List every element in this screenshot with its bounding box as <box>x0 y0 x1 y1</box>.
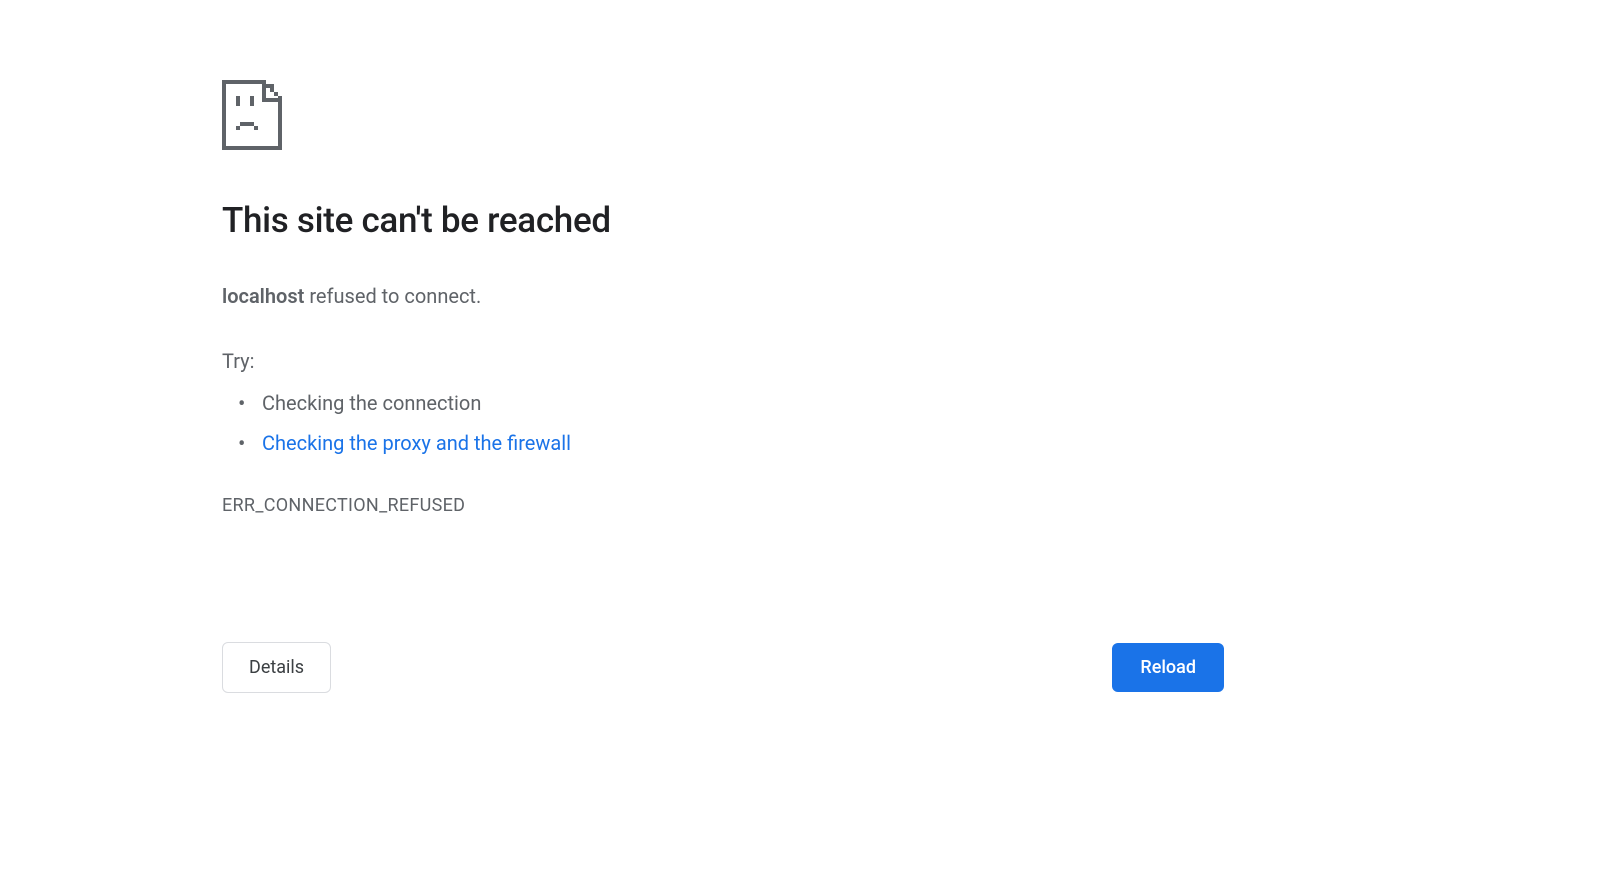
error-title: This site can't be reached <box>222 200 1224 241</box>
error-description: localhost refused to connect. <box>222 281 1224 311</box>
sad-file-icon <box>222 80 282 150</box>
try-label: Try: <box>222 349 1224 373</box>
error-page-container: This site can't be reached localhost ref… <box>222 80 1224 516</box>
suggestion-item: Checking the connection <box>262 383 1224 423</box>
try-section: Try: Checking the connection Checking th… <box>222 349 1224 463</box>
reload-button[interactable]: Reload <box>1112 643 1224 692</box>
error-message-suffix: refused to connect. <box>304 284 481 308</box>
error-hostname: localhost <box>222 284 304 308</box>
suggestion-link-proxy-firewall[interactable]: Checking the proxy and the firewall <box>262 423 1224 463</box>
suggestions-list: Checking the connection Checking the pro… <box>222 383 1224 463</box>
error-code: ERR_CONNECTION_REFUSED <box>222 495 1224 516</box>
details-button[interactable]: Details <box>222 642 331 693</box>
button-row: Details Reload <box>222 642 1224 693</box>
